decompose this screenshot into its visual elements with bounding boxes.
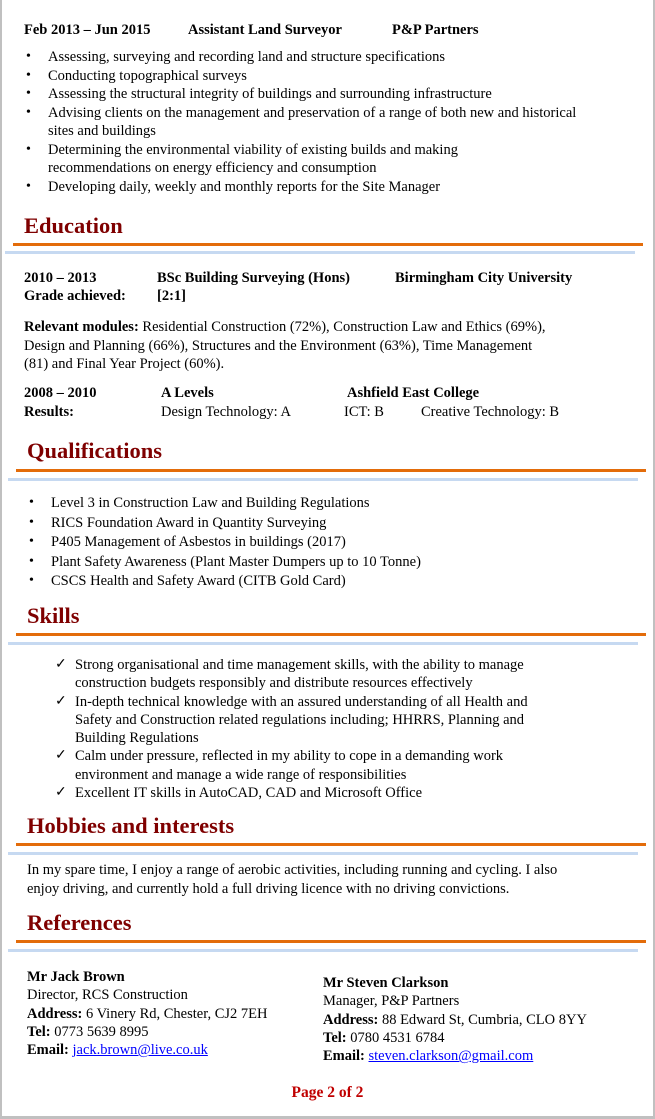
- list-item: • Developing daily, weekly and monthly re…: [26, 178, 441, 195]
- reference-tel: Tel: 0773 5639 8995: [27, 1023, 149, 1040]
- list-item: • RICS Foundation Award in Quantity Surve…: [29, 514, 327, 531]
- relevant-modules: Relevant modules: Residential Constructi…: [24, 319, 546, 372]
- page-number: Page 2 of 2: [291, 1084, 364, 1101]
- job-duties-list: • Assessing, surveying and recording land…: [2, 48, 602, 196]
- list-item: ✓ Strong organisational and time manageme…: [55, 657, 524, 692]
- alevel-institution: Ashfield East College: [347, 385, 480, 401]
- list-item: • Determining the environmental viability…: [26, 141, 458, 177]
- bullet-icon: •: [26, 141, 31, 157]
- list-item: ✓ Calm under pressure, reflected in my ab…: [55, 748, 504, 783]
- heading-rule-secondary: [8, 478, 638, 481]
- result-creative-technology: Creative Technology: B: [421, 404, 560, 420]
- list-item: ✓ In-depth technical knowledge with an as…: [55, 693, 528, 747]
- heading-rule-secondary: [5, 251, 635, 254]
- result-ict: ICT: B: [344, 404, 384, 420]
- list-item: • Plant Safety Awareness (Plant Master Du…: [29, 553, 421, 570]
- bullet-icon: •: [29, 553, 34, 569]
- section-heading-education: Education: [24, 213, 123, 238]
- bullet-icon: •: [29, 495, 34, 510]
- result-design-technology: Design Technology: A: [161, 404, 292, 420]
- list-item: • Assessing the structural integrity of b…: [26, 86, 492, 102]
- job-dates: Feb 2013 – Jun 2015: [24, 22, 151, 38]
- list-item: • P405 Management of Asbestos in building…: [29, 534, 346, 550]
- heading-rule: [16, 633, 646, 636]
- degree-institution: Birmingham City University: [395, 270, 573, 286]
- heading-rule: [16, 843, 646, 846]
- heading-rule-secondary: [8, 852, 638, 855]
- hobbies-text: In my spare time, I enjoy a range of aer…: [27, 862, 558, 897]
- grade-label: Grade achieved:: [24, 288, 126, 304]
- reference-card: Mr Steven Clarkson Manager, P&P Partners…: [323, 974, 587, 1065]
- resume-page: Feb 2013 – Jun 2015 Assistant Land Surve…: [2, 0, 653, 1116]
- skills-list: ✓ Strong organisational and time manageme…: [5, 656, 605, 802]
- degree-course: BSc Building Surveying (Hons): [157, 270, 350, 286]
- list-item: • Level 3 in Construction Law and Buildin…: [29, 495, 370, 511]
- bullet-icon: •: [26, 104, 31, 120]
- list-item: • Conducting topographical surveys: [26, 67, 247, 84]
- bullet-icon: •: [26, 178, 31, 194]
- reference-tel: Tel: 0780 4531 6784: [323, 1029, 445, 1046]
- email-link[interactable]: jack.brown@live.co.uk: [73, 1042, 208, 1058]
- section-heading-qualifications: Qualifications: [27, 438, 163, 463]
- check-icon: ✓: [55, 693, 67, 709]
- reference-email: Email: steven.clarkson@gmail.com: [323, 1048, 534, 1065]
- qualifications-list: • Level 3 in Construction Law and Buildin…: [5, 494, 605, 591]
- check-icon: ✓: [55, 748, 67, 764]
- section-heading-references: References: [27, 910, 132, 935]
- check-icon: ✓: [55, 785, 67, 801]
- heading-rule-secondary: [8, 642, 638, 645]
- results-label: Results:: [24, 404, 74, 420]
- reference-address: Address: 88 Edward St, Cumbria, CLO 8YY: [323, 1011, 587, 1028]
- list-item: ✓ Excellent IT skills in AutoCAD, CAD and…: [55, 785, 423, 802]
- reference-name: Mr Steven Clarkson: [323, 975, 449, 991]
- check-icon: ✓: [55, 657, 67, 672]
- degree-dates: 2010 – 2013: [24, 270, 97, 286]
- list-item: • CSCS Health and Safety Award (CITB Gold…: [29, 573, 346, 589]
- section-heading-skills: Skills: [27, 603, 80, 628]
- bullet-icon: •: [26, 86, 31, 101]
- grade-value: [2:1]: [157, 288, 186, 304]
- reference-address: Address: 6 Vinery Rd, Chester, CJ2 7EH: [27, 1005, 268, 1022]
- heading-rule: [16, 469, 646, 472]
- alevel-course: A Levels: [161, 385, 214, 401]
- list-item: • Advising clients on the management and …: [26, 104, 577, 140]
- reference-email: Email: jack.brown@live.co.uk: [27, 1042, 208, 1059]
- heading-rule: [13, 243, 643, 246]
- bullet-icon: •: [29, 573, 34, 588]
- bullet-icon: •: [29, 514, 34, 530]
- alevel-dates: 2008 – 2010: [24, 385, 97, 401]
- bullet-icon: •: [26, 67, 31, 83]
- job-company: P&P Partners: [392, 22, 479, 38]
- reference-role: Director, RCS Construction: [27, 987, 188, 1004]
- email-link[interactable]: steven.clarkson@gmail.com: [369, 1048, 534, 1064]
- reference-role: Manager, P&P Partners: [323, 993, 460, 1010]
- section-heading-hobbies: Hobbies and interests: [27, 813, 235, 838]
- job-title: Assistant Land Surveyor: [188, 22, 342, 38]
- bullet-icon: •: [26, 49, 31, 64]
- list-item: • Assessing, surveying and recording land…: [26, 49, 446, 65]
- bullet-icon: •: [29, 534, 34, 549]
- reference-name: Mr Jack Brown: [27, 969, 125, 985]
- heading-rule-secondary: [8, 949, 638, 952]
- reference-card: Mr Jack Brown Director, RCS Construction…: [27, 968, 268, 1059]
- heading-rule: [16, 940, 646, 943]
